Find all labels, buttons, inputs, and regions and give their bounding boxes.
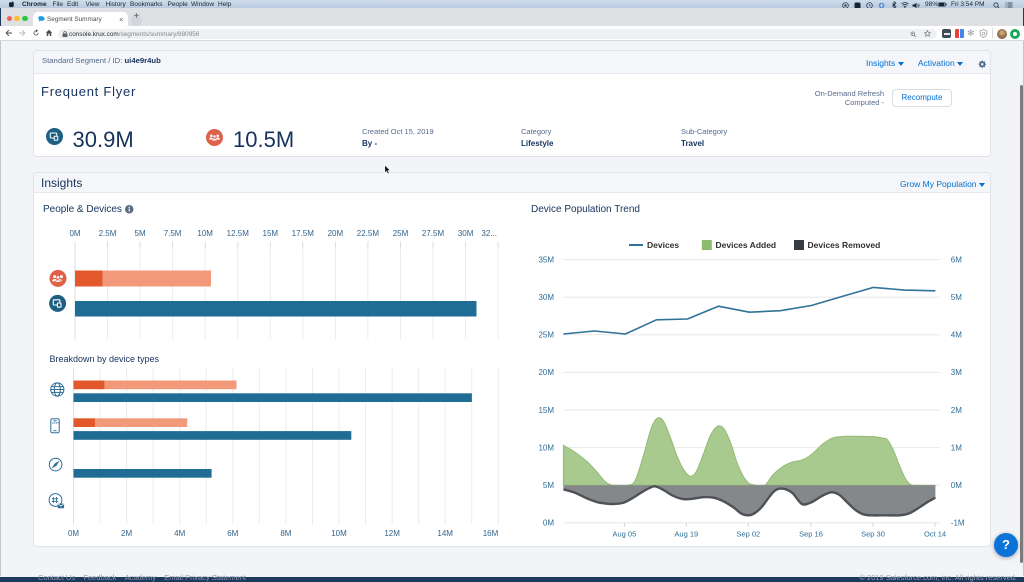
svg-text:25M: 25M: [393, 229, 409, 238]
svg-text:30M: 30M: [538, 293, 554, 302]
svg-text:12M: 12M: [384, 529, 400, 538]
svg-text:Aug 19: Aug 19: [674, 530, 698, 539]
svg-text:Oct 14: Oct 14: [924, 530, 946, 539]
svg-text:10M: 10M: [538, 443, 554, 452]
svg-text:Sep 30: Sep 30: [861, 530, 885, 539]
svg-text:35M: 35M: [538, 255, 554, 264]
svg-text:16M: 16M: [483, 529, 499, 538]
svg-text:2M: 2M: [121, 529, 132, 538]
svg-text:Devices: Devices: [647, 240, 679, 250]
svg-text:15M: 15M: [538, 406, 554, 415]
svg-text:17.5M: 17.5M: [292, 229, 315, 238]
svg-text:1M: 1M: [951, 443, 962, 452]
svg-text:12.5M: 12.5M: [227, 229, 250, 238]
svg-text:0M: 0M: [543, 519, 554, 528]
svg-text:5M: 5M: [951, 293, 962, 302]
svg-text:10M: 10M: [331, 529, 347, 538]
svg-text:30M: 30M: [458, 229, 474, 238]
svg-text:14M: 14M: [437, 529, 453, 538]
svg-text:15M: 15M: [263, 229, 279, 238]
svg-text:2M: 2M: [951, 406, 962, 415]
svg-text:6M: 6M: [227, 529, 238, 538]
svg-text:20M: 20M: [538, 368, 554, 377]
svg-text:2.5M: 2.5M: [99, 229, 117, 238]
svg-text:Devices Removed: Devices Removed: [808, 240, 881, 250]
svg-text:0M: 0M: [69, 229, 80, 238]
svg-text:3M: 3M: [951, 368, 962, 377]
svg-text:7.5M: 7.5M: [164, 229, 182, 238]
svg-text:-1M: -1M: [951, 519, 965, 528]
svg-text:5M: 5M: [135, 229, 146, 238]
svg-text:4M: 4M: [951, 331, 962, 340]
svg-text:27.5M: 27.5M: [422, 229, 445, 238]
svg-text:0M: 0M: [951, 481, 962, 490]
svg-text:0M: 0M: [68, 529, 79, 538]
svg-text:10M: 10M: [197, 229, 213, 238]
svg-text:22.5M: 22.5M: [357, 229, 380, 238]
svg-text:32...: 32...: [481, 229, 497, 238]
svg-text:Sep 16: Sep 16: [799, 530, 823, 539]
svg-text:Aug 05: Aug 05: [613, 530, 637, 539]
svg-text:20M: 20M: [328, 229, 344, 238]
svg-text:25M: 25M: [538, 331, 554, 340]
svg-text:5M: 5M: [543, 481, 554, 490]
svg-text:Sep 02: Sep 02: [736, 530, 760, 539]
svg-text:6M: 6M: [951, 255, 962, 264]
svg-text:8M: 8M: [280, 529, 291, 538]
svg-text:APPS: APPS: [52, 421, 60, 425]
svg-text:4M: 4M: [174, 529, 185, 538]
svg-text:Devices Added: Devices Added: [716, 240, 777, 250]
